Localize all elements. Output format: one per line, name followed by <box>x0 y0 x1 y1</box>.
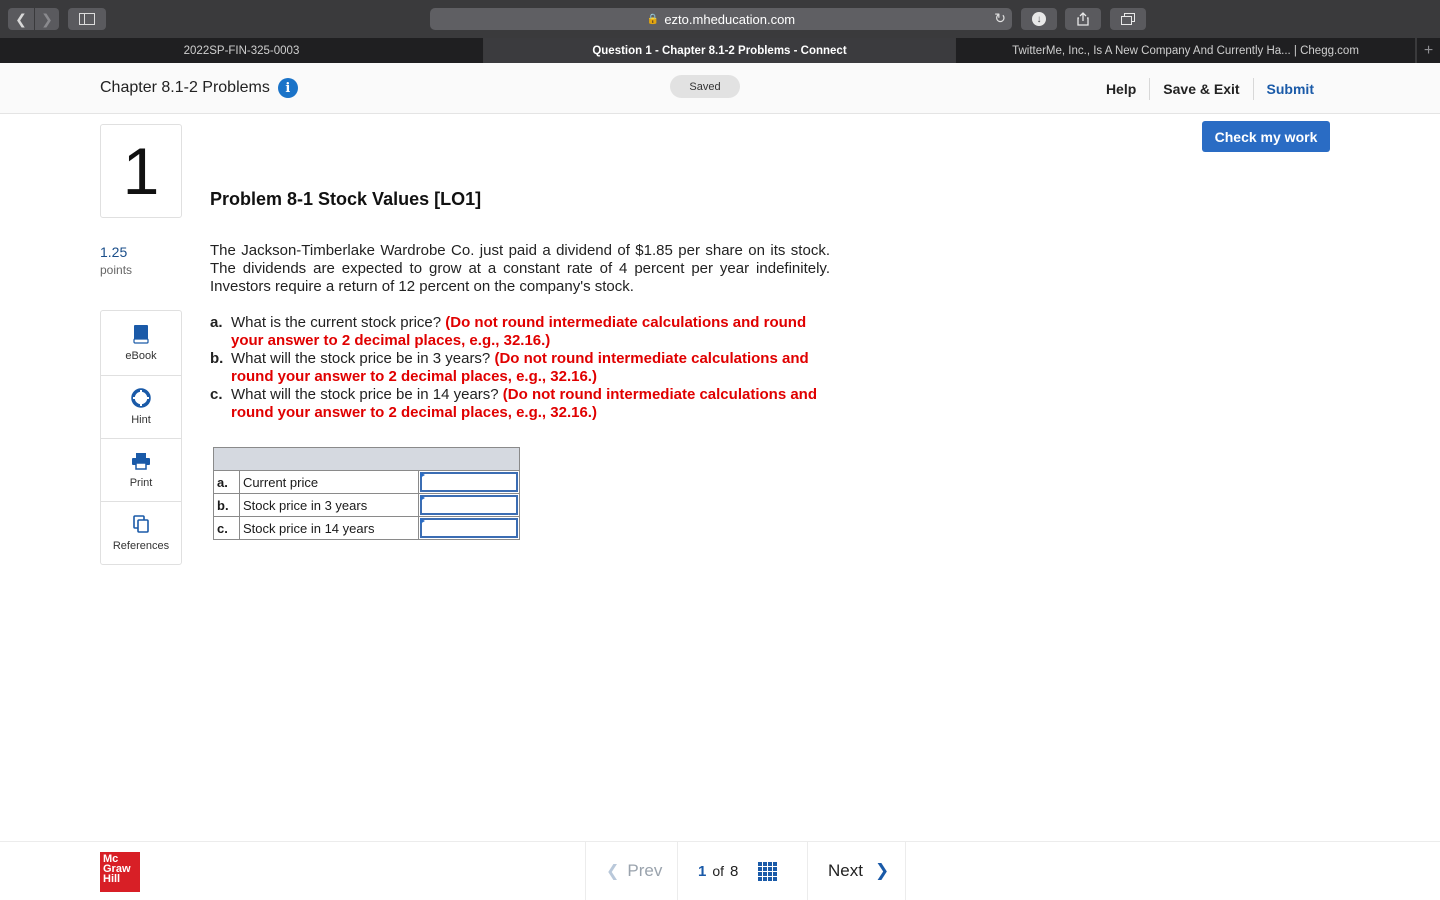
new-tab-icon[interactable]: + <box>1416 38 1440 63</box>
check-my-work-button[interactable]: Check my work <box>1202 121 1330 152</box>
page-of: of <box>712 863 725 879</box>
references-label: References <box>112 540 170 552</box>
submit-link[interactable]: Submit <box>1252 78 1327 100</box>
part-letter: b. <box>210 350 224 367</box>
ebook-label: eBook <box>125 350 157 362</box>
printer-icon <box>131 451 151 471</box>
current-price-input[interactable] <box>420 472 518 492</box>
back-icon[interactable]: ❮ <box>8 8 34 30</box>
current-page: 1 <box>698 862 707 880</box>
lock-icon: 🔒 <box>646 13 660 25</box>
prev-button[interactable]: ❮ Prev <box>586 842 678 900</box>
forward-icon[interactable]: ❯ <box>35 8 59 30</box>
chevron-right-icon: ❯ <box>874 861 890 880</box>
problem-title: Problem 8-1 Stock Values [LO1] <box>210 189 482 209</box>
answer-table: a. Current price b. Stock price in 3 yea… <box>213 447 520 540</box>
points-value: 1.25 <box>100 244 128 260</box>
book-icon <box>131 324 151 344</box>
part-letter: a. <box>210 314 223 331</box>
next-button[interactable]: Next ❯ <box>808 842 906 900</box>
row-label: Stock price in 14 years <box>238 516 420 540</box>
hint-button[interactable]: Hint <box>101 375 181 438</box>
print-button[interactable]: Print <box>101 438 181 501</box>
price-3-years-input[interactable] <box>420 495 518 515</box>
part-letter: c. <box>210 386 223 403</box>
row-letter: a. <box>213 470 240 494</box>
part-c: c. What will the stock price be in 14 ye… <box>210 386 840 422</box>
references-button[interactable]: References <box>101 501 181 564</box>
answer-cell <box>418 470 520 494</box>
page-indicator: 1 of 8 <box>678 842 808 900</box>
footer: Mc Graw Hill ❮ Prev 1 of 8 Next ❯ <box>0 841 1440 900</box>
part-question: What will the stock price be in 3 years? <box>231 350 491 367</box>
tab-question[interactable]: Question 1 - Chapter 8.1-2 Problems - Co… <box>484 38 956 63</box>
chevron-left-icon: ❮ <box>606 863 620 880</box>
tab-chegg[interactable]: TwitterMe, Inc., Is A New Company And Cu… <box>956 38 1416 63</box>
total-pages: 8 <box>730 862 739 880</box>
save-exit-link[interactable]: Save & Exit <box>1149 78 1252 100</box>
problem-statement: The Jackson-Timberlake Wardrobe Co. just… <box>210 242 830 295</box>
saved-status-badge: Saved <box>670 75 740 98</box>
next-label: Next <box>828 861 863 880</box>
assignment-title-text: Chapter 8.1-2 Problems <box>100 79 270 96</box>
reload-icon[interactable]: ↻ <box>994 10 1006 27</box>
share-icon[interactable] <box>1065 8 1101 30</box>
question-tools: eBook Hint Print References <box>100 310 182 565</box>
part-b: b. What will the stock price be in 3 yea… <box>210 350 840 386</box>
ebook-button[interactable]: eBook <box>101 311 181 375</box>
row-letter: c. <box>213 516 240 540</box>
answer-cell <box>418 516 520 540</box>
tab-course[interactable]: 2022SP-FIN-325-0003 <box>0 38 484 63</box>
address-bar[interactable]: 🔒 ezto.mheducation.com ↻ <box>430 8 1012 30</box>
answer-table-header <box>213 447 520 471</box>
tab-strip: 2022SP-FIN-325-0003 Question 1 - Chapter… <box>0 38 1440 63</box>
part-question: What will the stock price be in 14 years… <box>231 386 499 403</box>
print-label: Print <box>129 477 153 489</box>
download-icon[interactable]: ↓ <box>1021 8 1057 30</box>
mcgraw-hill-logo: Mc Graw Hill <box>100 852 140 892</box>
copy-icon <box>131 514 151 534</box>
lifebuoy-icon <box>131 388 151 408</box>
row-label: Current price <box>238 470 420 494</box>
row-letter: b. <box>213 493 240 517</box>
input-marker-icon <box>420 495 425 501</box>
hint-label: Hint <box>131 414 151 426</box>
pagination: ❮ Prev 1 of 8 Next ❯ <box>585 842 906 900</box>
table-row: b. Stock price in 3 years <box>213 493 520 517</box>
part-a: a. What is the current stock price? (Do … <box>210 314 840 350</box>
app-header: Chapter 8.1-2 Problems i Saved Help Save… <box>0 63 1440 114</box>
part-question: What is the current stock price? <box>231 314 442 331</box>
help-link[interactable]: Help <box>1093 78 1149 100</box>
assignment-title: Chapter 8.1-2 Problems i <box>100 78 298 98</box>
question-parts: a. What is the current stock price? (Do … <box>210 314 840 422</box>
answer-cell <box>418 493 520 517</box>
table-row: a. Current price <box>213 470 520 494</box>
header-actions: Help Save & Exit Submit <box>1093 78 1327 100</box>
row-label: Stock price in 3 years <box>238 493 420 517</box>
browser-toolbar: ❮ ❯ 🔒 ezto.mheducation.com ↻ ↓ <box>0 0 1440 38</box>
sidebar-toggle-icon[interactable] <box>68 8 106 30</box>
question-number: 1 <box>100 124 182 218</box>
url-text: ezto.mheducation.com <box>664 11 796 27</box>
info-icon[interactable]: i <box>277 78 298 98</box>
table-row: c. Stock price in 14 years <box>213 516 520 540</box>
price-14-years-input[interactable] <box>420 518 518 538</box>
grid-icon[interactable] <box>758 861 778 881</box>
input-marker-icon <box>420 472 425 478</box>
tabs-overview-icon[interactable] <box>1110 8 1146 30</box>
prev-label: Prev <box>627 861 663 880</box>
points-label: points <box>100 263 133 277</box>
input-marker-icon <box>420 518 425 524</box>
